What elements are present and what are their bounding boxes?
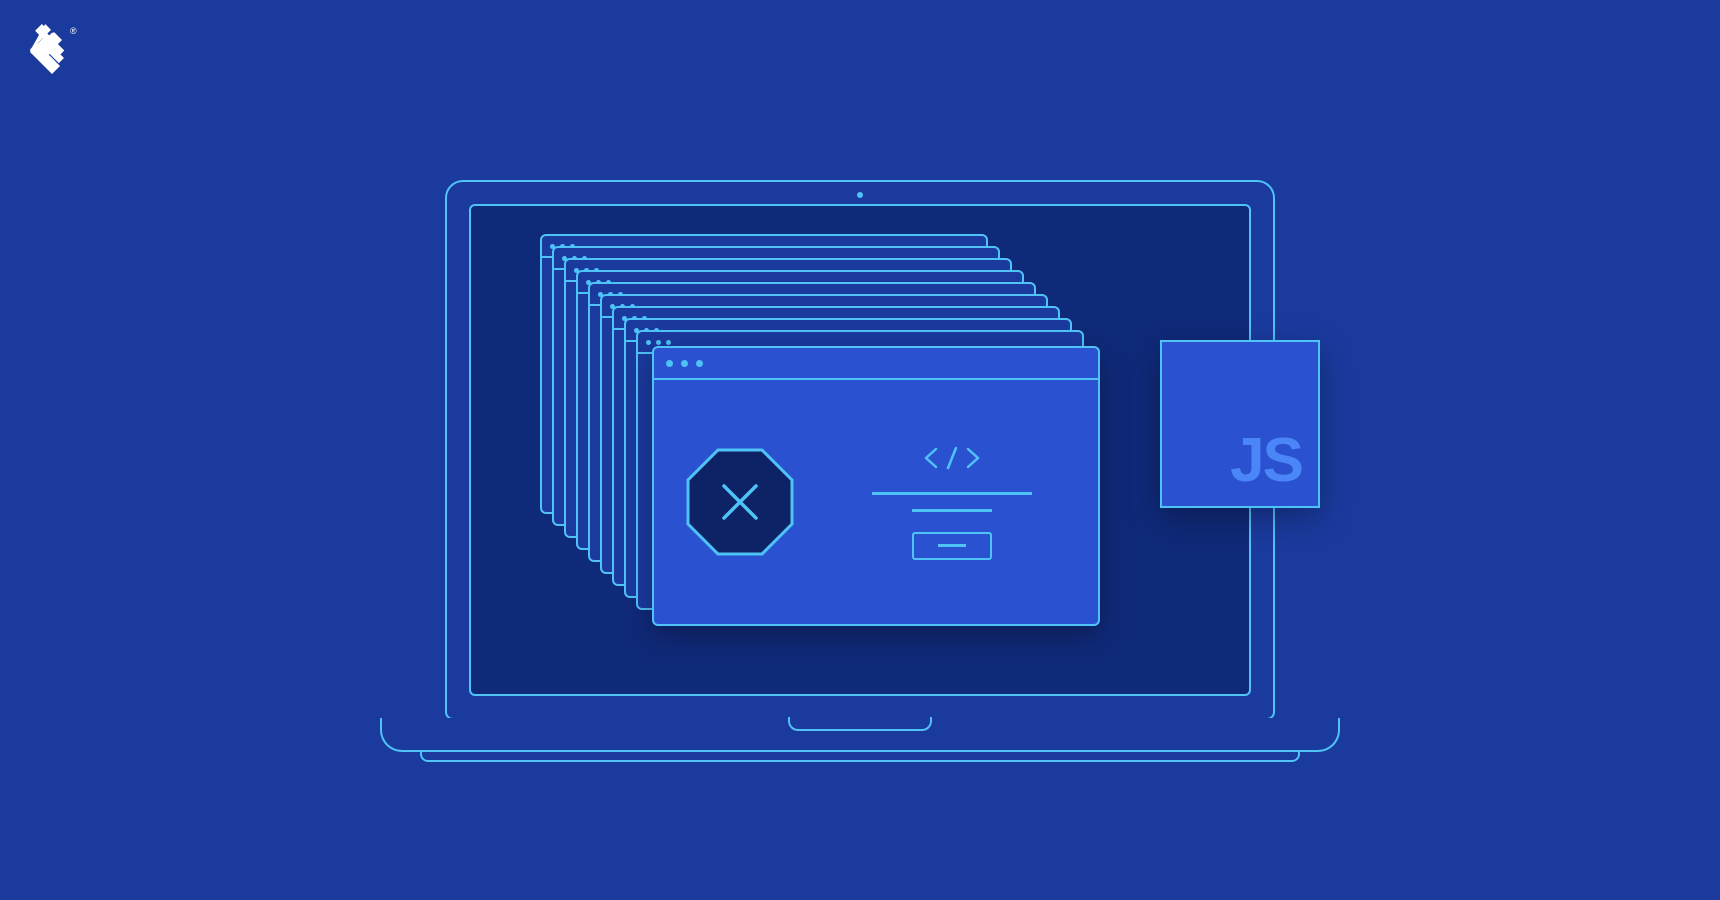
window-control-dot	[696, 360, 703, 367]
dialog-button	[912, 532, 992, 560]
laptop-foot	[420, 752, 1300, 762]
js-badge-label: JS	[1230, 430, 1302, 492]
window-titlebar	[654, 348, 1098, 380]
laptop-base	[380, 718, 1340, 752]
text-line-placeholder	[912, 509, 992, 512]
text-line-placeholder	[872, 492, 1032, 495]
window-stack	[540, 234, 1100, 614]
window-control-dot	[666, 360, 673, 367]
window-control-dot	[681, 360, 688, 367]
laptop-camera-icon	[857, 192, 863, 198]
error-window	[652, 346, 1100, 626]
js-badge: JS	[1160, 340, 1320, 508]
hero-illustration: JS	[380, 110, 1340, 790]
code-brackets-icon	[922, 445, 982, 478]
brand-logo: ®	[30, 24, 78, 85]
error-octagon-icon	[684, 446, 796, 558]
error-detail	[836, 445, 1068, 560]
toptal-logo-icon: ®	[30, 24, 78, 80]
svg-text:®: ®	[70, 26, 77, 36]
